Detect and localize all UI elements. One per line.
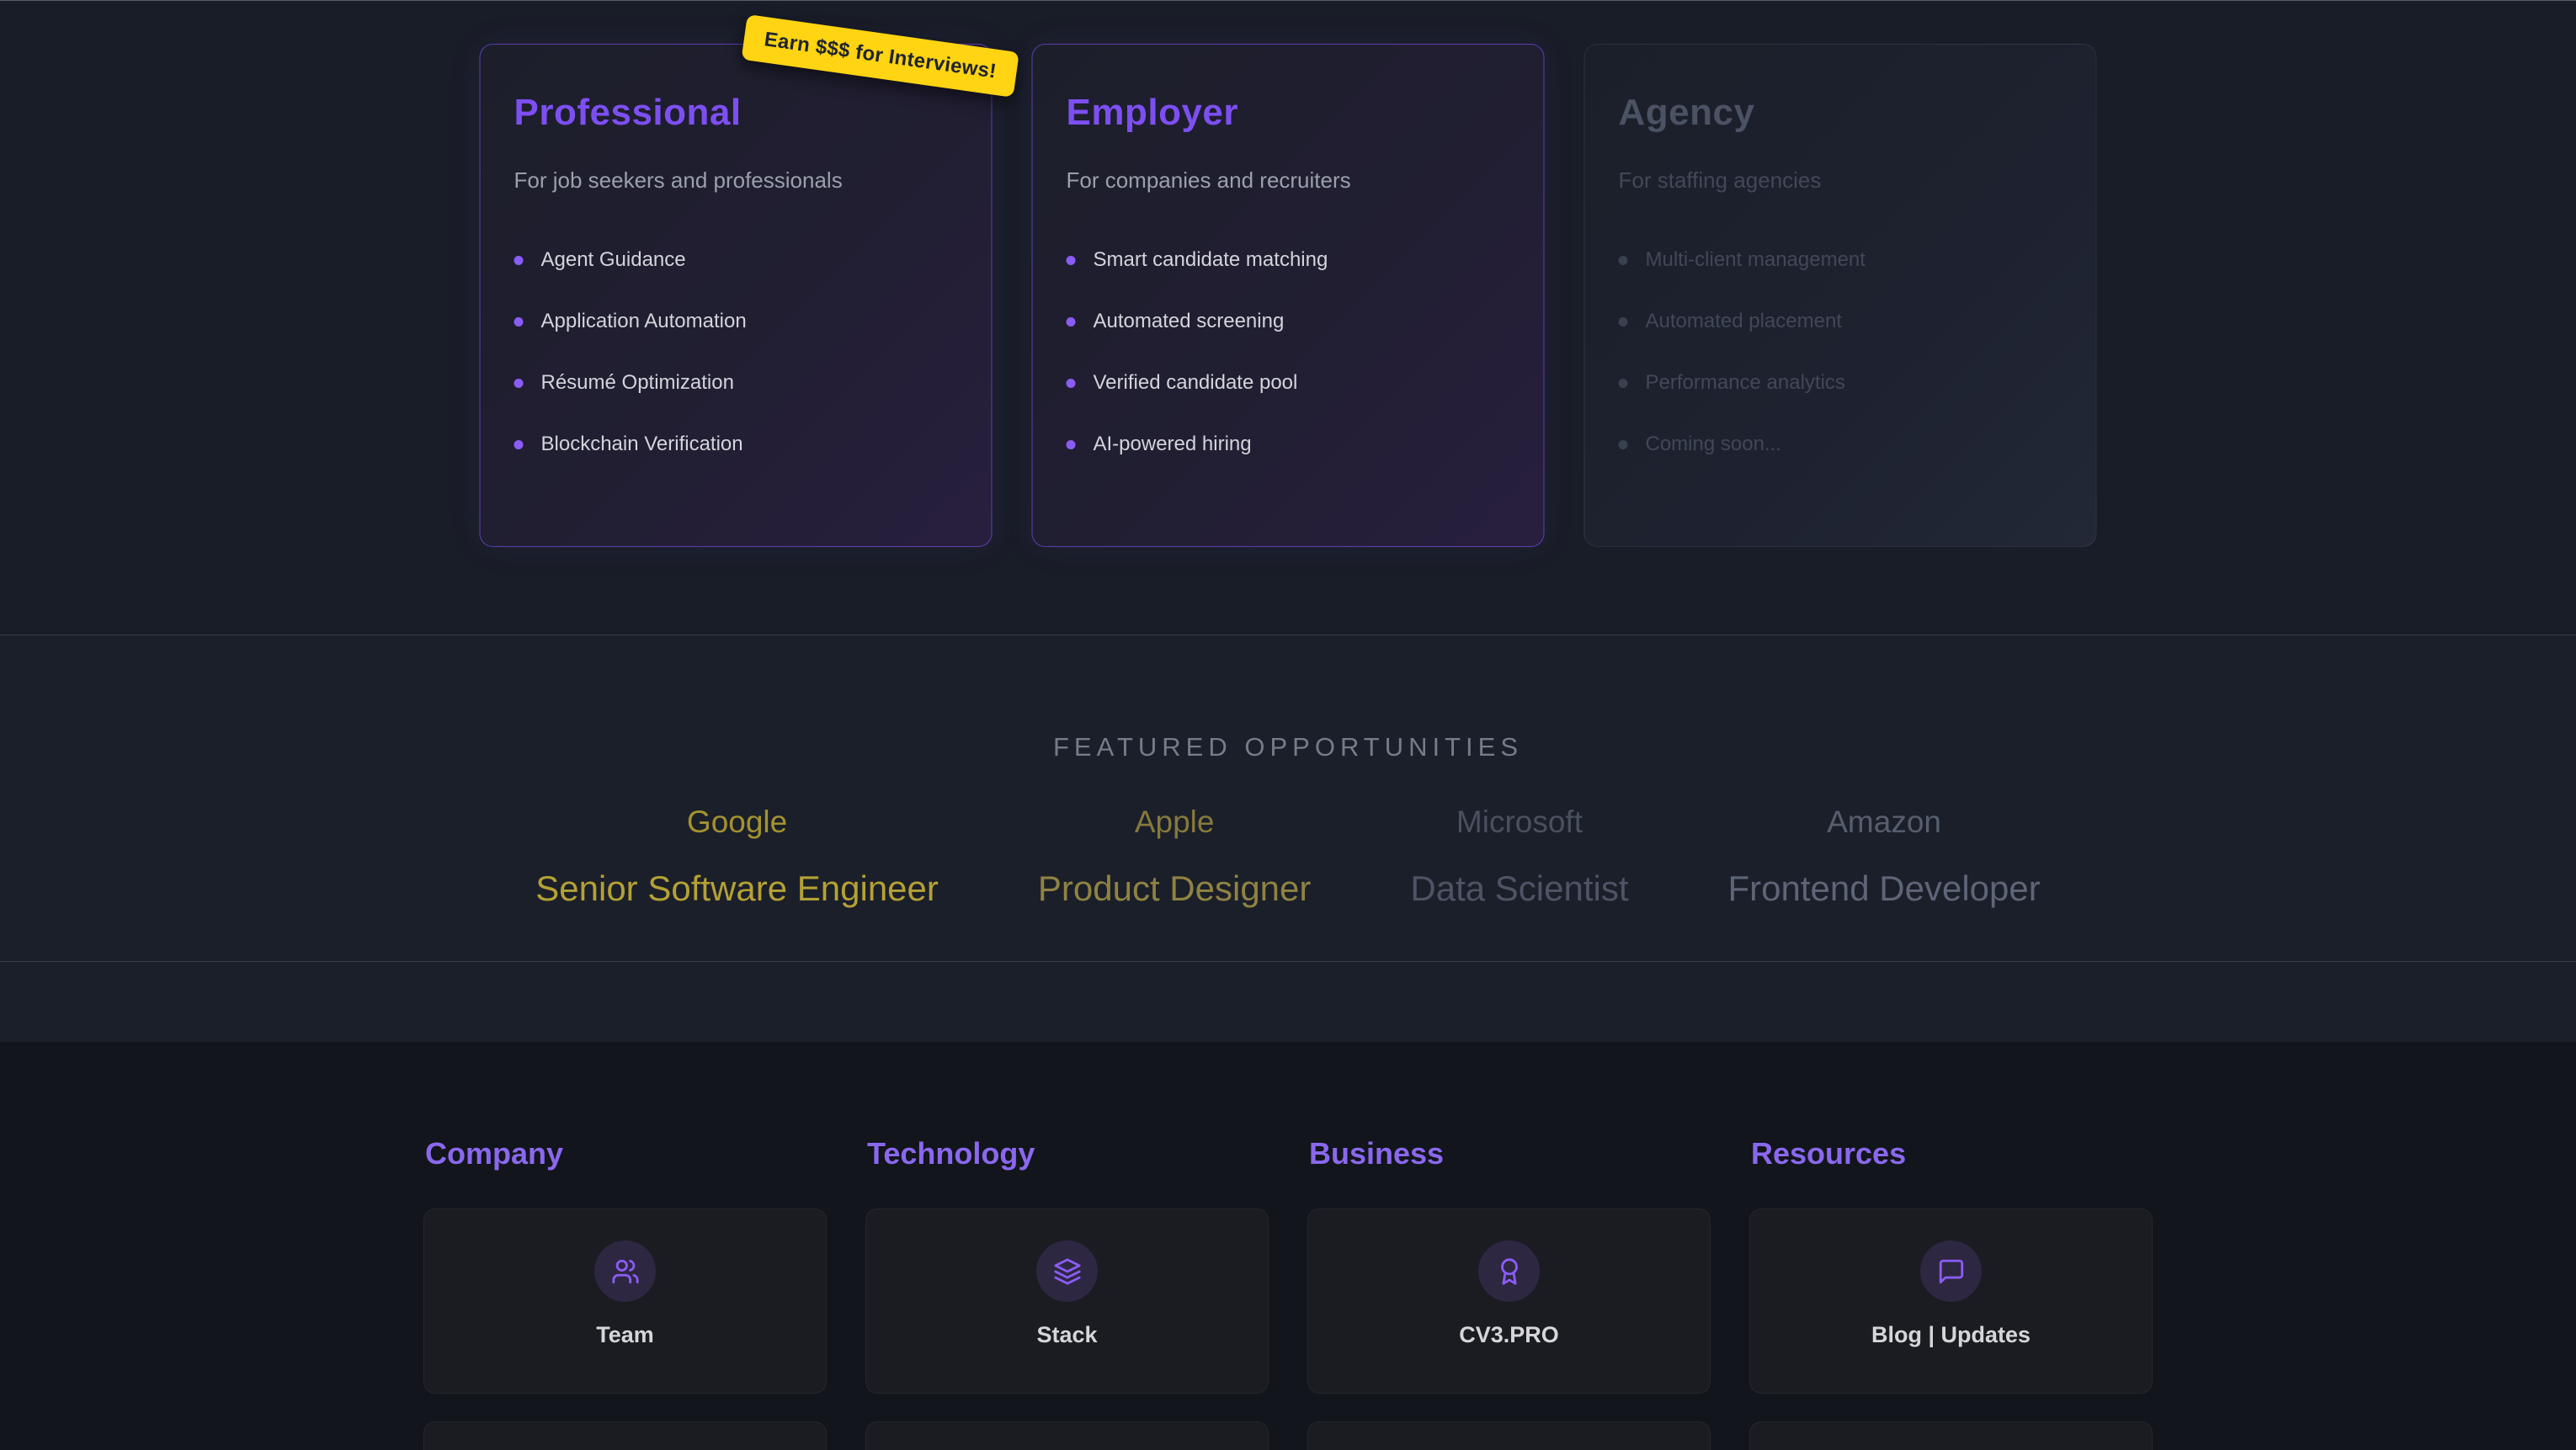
plans-section: Earn $$$ for Interviews! Professional Fo…: [0, 0, 2576, 635]
featured-company: Google: [535, 805, 939, 840]
plans-row: Professional For job seekers and profess…: [480, 44, 2097, 547]
plan-card-agency: Agency For staffing agencies Multi-clien…: [1584, 44, 2097, 547]
bullet-dot-icon: [1067, 256, 1076, 265]
bullet-dot-icon: [1067, 379, 1076, 388]
bullet-dot-icon: [514, 379, 524, 388]
footer-card-partial[interactable]: [423, 1421, 827, 1450]
footer-column-heading: Resources: [1751, 1136, 2151, 1171]
footer-card-stack[interactable]: Stack: [865, 1208, 1269, 1394]
featured-opportunities-section: FEATURED OPPORTUNITIES Google Senior Sof…: [0, 636, 2576, 961]
featured-role: Product Designer: [1038, 868, 1312, 909]
plan-card-professional[interactable]: Professional For job seekers and profess…: [480, 44, 993, 547]
featured-company: Microsoft: [1410, 805, 1628, 840]
plan-feature-label: Agent Guidance: [541, 248, 686, 272]
footer-card-partial[interactable]: [1749, 1421, 2153, 1450]
plan-card-employer[interactable]: Employer For companies and recruiters Sm…: [1032, 44, 1545, 547]
plan-feature-label: Performance analytics: [1646, 371, 1845, 395]
bullet-dot-icon: [1067, 317, 1076, 327]
featured-item-amazon[interactable]: Amazon Frontend Developer: [1728, 805, 2041, 909]
featured-heading: FEATURED OPPORTUNITIES: [0, 636, 2576, 762]
message-icon: [1920, 1240, 1982, 1302]
plan-feature: Résumé Optimization: [514, 370, 958, 396]
plan-subtitle: For job seekers and professionals: [514, 167, 958, 194]
plan-subtitle: For staffing agencies: [1619, 167, 2062, 194]
footer-column-heading: Company: [425, 1136, 825, 1171]
bullet-dot-icon: [1619, 317, 1628, 327]
featured-role: Senior Software Engineer: [535, 868, 939, 909]
plan-feature-label: Application Automation: [541, 310, 747, 333]
plan-feature-label: Multi-client management: [1646, 248, 1865, 272]
plan-feature: Agent Guidance: [514, 247, 958, 273]
bullet-dot-icon: [1619, 379, 1628, 388]
footer-card-blog[interactable]: Blog | Updates: [1749, 1208, 2153, 1394]
plan-title: Employer: [1067, 92, 1510, 134]
plan-feature-label: Coming soon...: [1646, 433, 1781, 456]
featured-role: Frontend Developer: [1728, 868, 2041, 909]
footer-card-partial[interactable]: [1307, 1421, 1711, 1450]
bullet-dot-icon: [1067, 440, 1076, 449]
plan-feature-label: Résumé Optimization: [541, 371, 734, 395]
footer: Company Team Technology Stack: [0, 1042, 2576, 1450]
plan-feature-label: Automated screening: [1094, 310, 1285, 333]
plan-feature: Coming soon...: [1619, 432, 2062, 457]
plan-feature: Application Automation: [514, 309, 958, 334]
bullet-dot-icon: [514, 317, 524, 327]
bullet-dot-icon: [514, 440, 524, 449]
plan-feature: Blockchain Verification: [514, 432, 958, 457]
footer-column-technology: Technology Stack: [865, 1136, 1269, 1450]
plan-subtitle: For companies and recruiters: [1067, 167, 1510, 194]
featured-item-microsoft[interactable]: Microsoft Data Scientist: [1410, 805, 1628, 909]
award-icon: [1478, 1240, 1540, 1302]
featured-item-apple[interactable]: Apple Product Designer: [1038, 805, 1312, 909]
footer-column-heading: Technology: [867, 1136, 1267, 1171]
footer-card-team[interactable]: Team: [423, 1208, 827, 1394]
plan-feature-list: Multi-client management Automated placem…: [1619, 247, 2062, 457]
plan-feature: Automated screening: [1067, 309, 1510, 334]
plan-feature: Automated placement: [1619, 309, 2062, 334]
featured-items-row: Google Senior Software Engineer Apple Pr…: [0, 805, 2576, 909]
footer-card-cv3pro[interactable]: CV3.PRO: [1307, 1208, 1711, 1394]
plan-feature: Smart candidate matching: [1067, 247, 1510, 273]
footer-column-company: Company Team: [423, 1136, 827, 1450]
featured-item-google[interactable]: Google Senior Software Engineer: [535, 805, 939, 909]
plan-feature: Verified candidate pool: [1067, 370, 1510, 396]
plan-feature-list: Smart candidate matching Automated scree…: [1067, 247, 1510, 457]
plan-feature: Performance analytics: [1619, 370, 2062, 396]
plan-title: Professional: [514, 92, 958, 134]
plan-feature-label: Automated placement: [1646, 310, 1842, 333]
plan-feature-label: Verified candidate pool: [1094, 371, 1298, 395]
featured-company: Apple: [1038, 805, 1312, 840]
users-icon: [594, 1240, 656, 1302]
bullet-dot-icon: [1619, 256, 1628, 265]
footer-card-partial[interactable]: [865, 1421, 1269, 1450]
layers-icon: [1036, 1240, 1098, 1302]
footer-card-label: CV3.PRO: [1308, 1322, 1710, 1348]
footer-card-label: Stack: [866, 1322, 1268, 1348]
featured-role: Data Scientist: [1410, 868, 1628, 909]
bullet-dot-icon: [1619, 440, 1628, 449]
footer-card-label: Blog | Updates: [1750, 1322, 2152, 1348]
footer-column-business: Business CV3.PRO: [1307, 1136, 1711, 1450]
plan-feature-label: Blockchain Verification: [541, 433, 743, 456]
plan-feature-label: AI-powered hiring: [1094, 433, 1252, 456]
bullet-dot-icon: [514, 256, 524, 265]
footer-card-label: Team: [424, 1322, 826, 1348]
featured-company: Amazon: [1728, 805, 2041, 840]
spacer-band: [0, 961, 2576, 1042]
footer-grid: Company Team Technology Stack: [423, 1042, 2153, 1450]
footer-column-heading: Business: [1309, 1136, 1709, 1171]
plan-feature: Multi-client management: [1619, 247, 2062, 273]
plan-title: Agency: [1619, 92, 2062, 134]
plan-feature-label: Smart candidate matching: [1094, 248, 1328, 272]
plan-feature-list: Agent Guidance Application Automation Ré…: [514, 247, 958, 457]
footer-column-resources: Resources Blog | Updates: [1749, 1136, 2153, 1450]
plan-feature: AI-powered hiring: [1067, 432, 1510, 457]
